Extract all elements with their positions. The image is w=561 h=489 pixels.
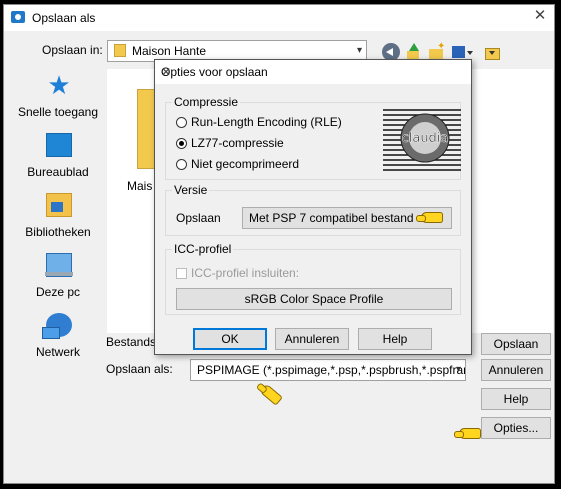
radio-label: LZ77-compressie [191, 136, 284, 150]
radio-icon [176, 159, 187, 170]
help-button[interactable]: Help [481, 388, 551, 410]
place-desktop[interactable]: Bureaublad [12, 129, 104, 185]
place-label: Snelle toegang [17, 105, 99, 119]
place-label: Netwerk [35, 345, 80, 359]
checkbox-icon [176, 268, 187, 279]
radio-label: Niet gecomprimeerd [191, 157, 300, 171]
place-this-pc[interactable]: Deze pc [12, 249, 104, 305]
icc-embed-checkbox[interactable]: ICC-profiel insluiten: [176, 266, 299, 280]
place-label: Deze pc [35, 285, 81, 299]
version-label: Versie [172, 183, 210, 197]
filename-label: Bestands [106, 335, 157, 349]
compression-label: Compressie [172, 95, 241, 109]
file-item-label: Mais [127, 179, 153, 193]
radio-rle[interactable]: Run-Length Encoding (RLE) [176, 115, 342, 129]
version-field-label: Opslaan [176, 211, 221, 225]
save-as-window: Opslaan als ✕ Opslaan in: Maison Hante ▾… [3, 4, 555, 484]
place-label: Bureaublad [27, 165, 89, 179]
profile-button[interactable]: sRGB Color Space Profile [176, 288, 452, 310]
ok-button[interactable]: OK [193, 328, 267, 350]
desktop-icon [46, 133, 72, 157]
place-label: Bibliotheken [25, 225, 91, 239]
options-button[interactable]: Opties... [481, 417, 551, 439]
version-group: Versie Opslaan Met PSP 7 compatibel best… [165, 183, 461, 236]
dialog-cancel-button[interactable]: Annuleren [275, 328, 349, 350]
save-type-dropdown[interactable]: PSPIMAGE (*.pspimage,*.psp,*.pspbrush,*.… [190, 359, 466, 381]
save-type-label: Opslaan als: [106, 362, 173, 376]
save-button[interactable]: Opslaan [481, 333, 551, 355]
place-libraries[interactable]: Bibliotheken [12, 189, 104, 245]
dialog-titlebar: Opties voor opslaan ✕ [155, 60, 471, 84]
window-title: Opslaan als [32, 11, 96, 25]
screenshot-frame: Opslaan als ✕ Opslaan in: Maison Hante ▾… [0, 0, 561, 489]
pointing-hand-icon [454, 428, 481, 439]
pointing-hand-icon [259, 383, 283, 406]
close-icon[interactable]: ✕ [161, 65, 465, 79]
radio-lz77[interactable]: LZ77-compressie [176, 136, 284, 150]
save-in-folder: Maison Hante [132, 44, 207, 58]
save-options-dialog: Opties voor opslaan ✕ Compressie Run-Len… [154, 59, 472, 355]
library-icon [46, 193, 72, 217]
radio-label: Run-Length Encoding (RLE) [191, 115, 342, 129]
radio-uncompressed[interactable]: Niet gecomprimeerd [176, 157, 299, 171]
chevron-down-icon: ▾ [356, 45, 362, 56]
chevron-down-icon: ▾ [455, 364, 461, 375]
place-quick-access[interactable]: ★ Snelle toegang [12, 69, 104, 125]
checkbox-label: ICC-profiel insluiten: [191, 266, 300, 280]
icc-group: ICC-profiel ICC-profiel insluiten: sRGB … [165, 242, 461, 315]
computer-icon [45, 253, 73, 277]
place-network[interactable]: Netwerk [12, 309, 104, 365]
star-icon: ★ [47, 70, 71, 100]
radio-selected-icon [176, 138, 187, 149]
network-icon [42, 313, 72, 339]
window-titlebar: Opslaan als ✕ [4, 5, 554, 31]
claudia-watermark-logo: claudia [383, 109, 461, 171]
icc-label: ICC-profiel [172, 242, 234, 256]
save-in-label: Opslaan in: [42, 43, 103, 57]
close-icon[interactable]: ✕ [532, 8, 548, 24]
cancel-button[interactable]: Annuleren [481, 359, 551, 381]
camera-icon [11, 11, 25, 23]
radio-icon [176, 117, 187, 128]
save-type-value: PSPIMAGE (*.pspimage,*.psp,*.pspbrush,*.… [197, 363, 466, 377]
folder-icon [114, 44, 126, 57]
folder-menu-icon[interactable] [484, 43, 502, 61]
pointing-hand-icon [416, 212, 443, 223]
svg-text:claudia: claudia [402, 131, 449, 146]
dialog-help-button[interactable]: Help [358, 328, 432, 350]
